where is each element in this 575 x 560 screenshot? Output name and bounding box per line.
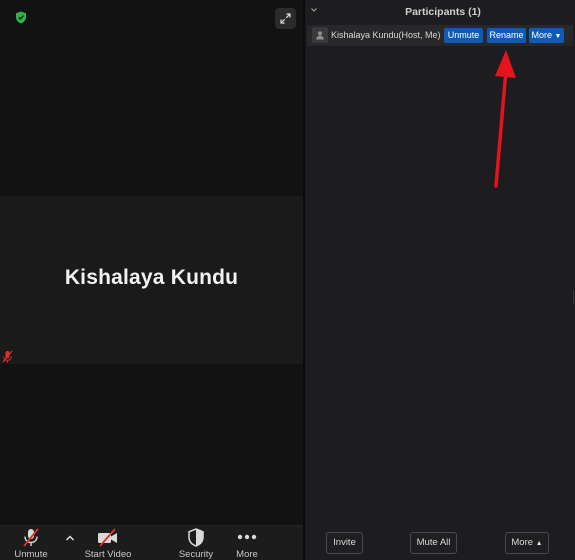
participant-more-button[interactable]: More ▼: [529, 28, 564, 43]
caret-down-icon: ▼: [554, 33, 562, 40]
user-avatar-icon: [316, 31, 324, 40]
audio-options-button[interactable]: [62, 534, 78, 560]
expand-icon: [280, 13, 291, 24]
more-label: More: [236, 549, 258, 560]
unmute-button[interactable]: Unmute: [10, 528, 52, 560]
security-label: Security: [178, 549, 214, 560]
start-video-label: Start Video: [84, 549, 132, 560]
chevron-up-icon: [65, 535, 75, 541]
caret-up-icon: ▲: [535, 540, 543, 547]
unmute-participant-button[interactable]: Unmute: [444, 28, 483, 43]
panel-more-label: More: [511, 537, 534, 548]
more-options-button[interactable]: More: [228, 528, 266, 560]
participants-header: Participants (1): [305, 0, 575, 24]
security-shield-icon: [188, 528, 204, 547]
participant-more-label: More: [531, 30, 553, 40]
encryption-shield-icon: [16, 11, 26, 24]
rename-button[interactable]: Rename: [487, 28, 526, 43]
mute-all-button[interactable]: Mute All: [410, 532, 457, 554]
more-dots-icon: [237, 534, 257, 540]
fullscreen-button[interactable]: [275, 8, 296, 29]
muted-mic-icon: [2, 350, 13, 363]
meeting-toolbar: Unmute Start Video Security More: [0, 525, 303, 560]
video-off-icon: [98, 528, 117, 547]
annotation-arrow-icon: [494, 50, 516, 188]
participant-video-name: Kishalaya Kundu: [64, 266, 239, 289]
participants-title: Participants (1): [405, 6, 481, 18]
participant-row[interactable]: Kishalaya Kundu(Host, Me) Unmute Rename …: [307, 25, 573, 46]
security-button[interactable]: Security: [175, 528, 217, 560]
panel-more-button[interactable]: More ▲: [505, 532, 549, 554]
muted-microphone-icon: [23, 528, 39, 547]
participant-name: Kishalaya Kundu(Host, Me): [331, 30, 441, 40]
invite-button[interactable]: Invite: [326, 532, 363, 554]
avatar: [312, 27, 328, 43]
unmute-label: Unmute: [14, 549, 48, 560]
video-pane: Kishalaya Kundu: [0, 0, 303, 525]
participants-panel: Participants (1) Kishalaya Kundu(Host, M…: [305, 0, 575, 560]
start-video-button[interactable]: Start Video: [84, 528, 132, 560]
